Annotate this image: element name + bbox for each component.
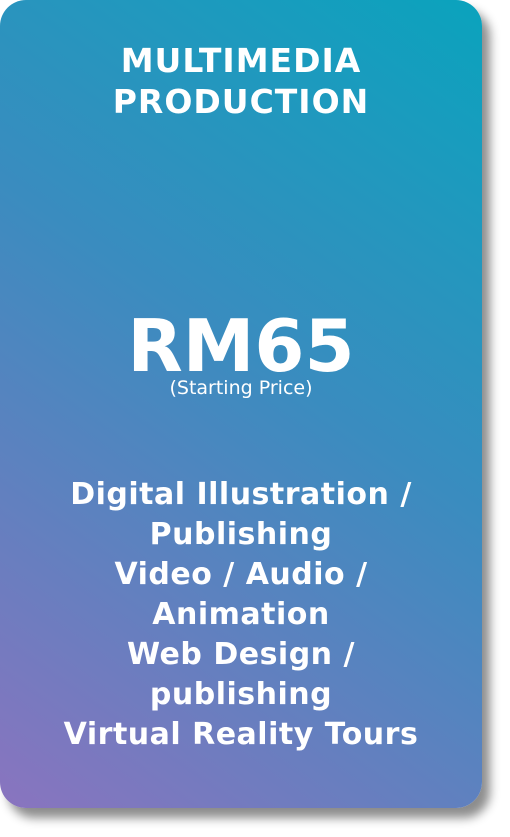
service-line: Web Design /: [127, 637, 355, 672]
price-note: (Starting Price): [169, 377, 313, 399]
service-line: Animation: [152, 597, 330, 632]
card-title-line-2: PRODUCTION: [112, 82, 370, 121]
service-line: publishing: [149, 677, 333, 712]
price-value: RM65: [127, 304, 355, 388]
service-line: Video / Audio /: [114, 557, 368, 592]
card-title-line-1: MULTIMEDIA: [120, 41, 362, 80]
service-line: Publishing: [149, 517, 333, 552]
card-title: MULTIMEDIA PRODUCTION: [0, 40, 482, 122]
pricing-card: MULTIMEDIA PRODUCTION RM65 (Starting Pri…: [0, 0, 482, 808]
service-line: Digital Illustration /: [70, 477, 412, 512]
service-line: Virtual Reality Tours: [63, 717, 419, 752]
services-list: Digital Illustration / Publishing Video …: [0, 475, 482, 755]
